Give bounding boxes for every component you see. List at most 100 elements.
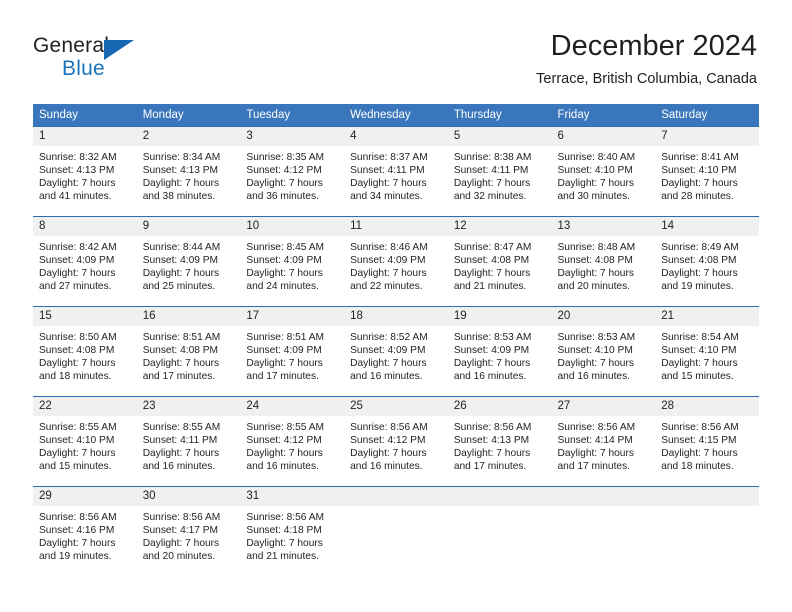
daylight-text-line1: Daylight: 7 hours <box>246 538 323 550</box>
day-detail-lines: Sunrise: 8:49 AM Sunset: 4:08 PM Daylight:… <box>655 236 759 293</box>
calendar-week-row: 29 Sunrise: 8:56 AM Sunset: 4:16 PM Dayligh… <box>33 486 759 576</box>
calendar-day-cell[interactable] <box>447 486 552 576</box>
daylight-text-line2: and 17 minutes. <box>557 461 631 473</box>
sunrise-text: Sunrise: 8:51 AM <box>142 332 221 343</box>
day-number: 3 <box>240 127 345 146</box>
calendar-day-cell[interactable]: 8 Sunrise: 8:42 AM Sunset: 4:09 PM Daylight… <box>33 216 137 307</box>
calendar-day-cell[interactable]: 18 Sunrise: 8:52 AM Sunset: 4:09 PM Dayligh… <box>344 306 448 397</box>
calendar-day-cell[interactable]: 28 Sunrise: 8:56 AM Sunset: 4:15 PM Dayligh… <box>655 396 759 487</box>
calendar-day: 28 Sunrise: 8:56 AM Sunset: 4:15 PM Dayligh… <box>655 397 759 486</box>
calendar-day-cell[interactable]: 26 Sunrise: 8:56 AM Sunset: 4:13 PM Dayligh… <box>447 396 552 487</box>
calendar-day-cell[interactable] <box>344 486 448 576</box>
sunrise-text: Sunrise: 8:55 AM <box>246 422 324 433</box>
daylight-text-line1: Daylight: 7 hours <box>350 178 427 190</box>
calendar-day-cell[interactable]: 4 Sunrise: 8:37 AM Sunset: 4:11 PM Daylight… <box>344 126 448 217</box>
calendar-day-cell[interactable]: 10 Sunrise: 8:45 AM Sunset: 4:09 PM Dayligh… <box>240 216 345 307</box>
day-detail-lines: Sunrise: 8:55 AM Sunset: 4:10 PM Daylight:… <box>33 416 137 473</box>
calendar-day-cell[interactable]: 16 Sunrise: 8:51 AM Sunset: 4:08 PM Dayligh… <box>136 306 241 397</box>
logo-word-blue: Blue <box>62 57 105 80</box>
sunrise-text: Sunrise: 8:53 AM <box>557 332 636 343</box>
calendar-day-cell[interactable]: 3 Sunrise: 8:35 AM Sunset: 4:12 PM Daylight… <box>240 126 345 217</box>
calendar-day-cell[interactable]: 17 Sunrise: 8:51 AM Sunset: 4:09 PM Dayligh… <box>240 306 345 397</box>
day-detail-lines: Sunrise: 8:40 AM Sunset: 4:10 PM Daylight:… <box>552 146 656 203</box>
day-number <box>655 487 759 506</box>
calendar-day-cell[interactable]: 11 Sunrise: 8:46 AM Sunset: 4:09 PM Dayligh… <box>344 216 448 307</box>
daylight-text-line1: Daylight: 7 hours <box>142 358 220 370</box>
calendar-day-cell[interactable] <box>551 486 656 576</box>
calendar-day-cell[interactable]: 23 Sunrise: 8:55 AM Sunset: 4:11 PM Dayligh… <box>136 396 241 487</box>
calendar-header-row: Sunday Monday Tuesday Wednesday Thursday… <box>33 104 759 127</box>
daylight-text-line1: Daylight: 7 hours <box>39 178 116 190</box>
calendar-day: 6 Sunrise: 8:40 AM Sunset: 4:10 PM Daylight… <box>551 127 656 216</box>
day-number: 24 <box>240 397 345 416</box>
day-number: 11 <box>344 217 448 236</box>
general-blue-logo[interactable]: General Blue <box>33 34 253 90</box>
day-number: 7 <box>655 127 759 146</box>
day-detail-lines: Sunrise: 8:55 AM Sunset: 4:12 PM Daylight:… <box>240 416 344 473</box>
day-detail-lines: Sunrise: 8:52 AM Sunset: 4:09 PM Daylight:… <box>344 326 448 383</box>
day-number: 21 <box>655 307 759 326</box>
calendar-day: 29 Sunrise: 8:56 AM Sunset: 4:16 PM Dayligh… <box>33 487 137 576</box>
day-detail-lines: Sunrise: 8:53 AM Sunset: 4:10 PM Daylight:… <box>552 326 656 383</box>
day-number: 8 <box>33 217 137 236</box>
calendar-day-cell[interactable]: 25 Sunrise: 8:56 AM Sunset: 4:12 PM Dayligh… <box>344 396 448 487</box>
calendar-day: 10 Sunrise: 8:45 AM Sunset: 4:09 PM Dayligh… <box>240 217 345 306</box>
sunrise-text: Sunrise: 8:56 AM <box>453 422 532 433</box>
calendar-day-cell[interactable]: 24 Sunrise: 8:55 AM Sunset: 4:12 PM Dayligh… <box>240 396 345 487</box>
calendar-day: 12 Sunrise: 8:47 AM Sunset: 4:08 PM Dayligh… <box>447 217 552 306</box>
sunset-text: Sunset: 4:09 PM <box>142 255 219 267</box>
sunrise-text: Sunrise: 8:52 AM <box>350 332 428 343</box>
calendar-day-cell[interactable]: 2 Sunrise: 8:34 AM Sunset: 4:13 PM Daylight… <box>136 126 241 217</box>
calendar-day-cell[interactable]: 27 Sunrise: 8:56 AM Sunset: 4:14 PM Dayligh… <box>551 396 656 487</box>
calendar-day-cell[interactable]: 6 Sunrise: 8:40 AM Sunset: 4:10 PM Daylight… <box>551 126 656 217</box>
calendar-day: 30 Sunrise: 8:56 AM Sunset: 4:17 PM Dayligh… <box>136 487 241 576</box>
calendar-day-cell[interactable]: 9 Sunrise: 8:44 AM Sunset: 4:09 PM Daylight… <box>136 216 241 307</box>
daylight-text-line2: and 20 minutes. <box>557 281 631 293</box>
sunrise-text: Sunrise: 8:51 AM <box>246 332 324 343</box>
calendar-day-cell[interactable]: 13 Sunrise: 8:48 AM Sunset: 4:08 PM Dayligh… <box>551 216 656 307</box>
day-detail-lines <box>655 506 759 511</box>
daylight-text-line1: Daylight: 7 hours <box>39 358 116 370</box>
sunrise-text: Sunrise: 8:35 AM <box>246 152 324 163</box>
day-number: 22 <box>33 397 137 416</box>
daylight-text-line1: Daylight: 7 hours <box>557 178 634 190</box>
day-number: 28 <box>655 397 759 416</box>
day-detail-lines: Sunrise: 8:56 AM Sunset: 4:12 PM Daylight:… <box>344 416 448 473</box>
sunset-text: Sunset: 4:10 PM <box>557 345 633 357</box>
sunrise-text: Sunrise: 8:56 AM <box>142 512 221 523</box>
calendar-day-cell[interactable]: 29 Sunrise: 8:56 AM Sunset: 4:16 PM Dayligh… <box>33 486 137 576</box>
calendar-day-cell[interactable]: 22 Sunrise: 8:55 AM Sunset: 4:10 PM Dayligh… <box>33 396 137 487</box>
calendar-day-cell[interactable]: 7 Sunrise: 8:41 AM Sunset: 4:10 PM Daylight… <box>655 126 759 217</box>
calendar-day-cell[interactable]: 20 Sunrise: 8:53 AM Sunset: 4:10 PM Dayligh… <box>551 306 656 397</box>
sunset-text: Sunset: 4:12 PM <box>246 165 322 177</box>
daylight-text-line1: Daylight: 7 hours <box>246 268 323 280</box>
day-number: 31 <box>240 487 345 506</box>
sunrise-text: Sunrise: 8:56 AM <box>39 512 117 523</box>
calendar-day-cell[interactable]: 14 Sunrise: 8:49 AM Sunset: 4:08 PM Dayligh… <box>655 216 759 307</box>
day-number: 30 <box>136 487 241 506</box>
calendar-day-cell[interactable]: 1 Sunrise: 8:32 AM Sunset: 4:13 PM Daylight… <box>33 126 137 217</box>
calendar-week-row: 8 Sunrise: 8:42 AM Sunset: 4:09 PM Daylight… <box>33 216 759 307</box>
sunset-text: Sunset: 4:08 PM <box>661 255 737 267</box>
day-detail-lines: Sunrise: 8:51 AM Sunset: 4:09 PM Daylight:… <box>240 326 344 383</box>
calendar-day-cell[interactable]: 21 Sunrise: 8:54 AM Sunset: 4:10 PM Dayligh… <box>655 306 759 397</box>
calendar-body: 1 Sunrise: 8:32 AM Sunset: 4:13 PM Daylight… <box>33 126 759 576</box>
calendar-day-cell[interactable]: 30 Sunrise: 8:56 AM Sunset: 4:17 PM Dayligh… <box>136 486 241 576</box>
day-number: 9 <box>136 217 241 236</box>
sunset-text: Sunset: 4:11 PM <box>453 165 529 177</box>
calendar-day-cell[interactable]: 5 Sunrise: 8:38 AM Sunset: 4:11 PM Daylight… <box>447 126 552 217</box>
calendar-day-cell[interactable]: 15 Sunrise: 8:50 AM Sunset: 4:08 PM Dayligh… <box>33 306 137 397</box>
calendar-day-cell[interactable]: 31 Sunrise: 8:56 AM Sunset: 4:18 PM Dayligh… <box>240 486 345 576</box>
calendar-day-cell[interactable]: 19 Sunrise: 8:53 AM Sunset: 4:09 PM Dayligh… <box>447 306 552 397</box>
calendar-day: 15 Sunrise: 8:50 AM Sunset: 4:08 PM Dayligh… <box>33 307 137 396</box>
daylight-text-line2: and 17 minutes. <box>453 461 527 473</box>
calendar-day-cell[interactable] <box>655 486 759 576</box>
daylight-text-line2: and 16 minutes. <box>557 371 631 383</box>
daylight-text-line1: Daylight: 7 hours <box>557 268 634 280</box>
daylight-text-line2: and 36 minutes. <box>246 191 319 203</box>
calendar-day-cell[interactable]: 12 Sunrise: 8:47 AM Sunset: 4:08 PM Dayligh… <box>447 216 552 307</box>
day-detail-lines: Sunrise: 8:35 AM Sunset: 4:12 PM Daylight:… <box>240 146 344 203</box>
daylight-text-line2: and 16 minutes. <box>350 461 423 473</box>
day-detail-lines: Sunrise: 8:56 AM Sunset: 4:18 PM Daylight:… <box>240 506 344 563</box>
calendar-day: 2 Sunrise: 8:34 AM Sunset: 4:13 PM Daylight… <box>136 127 241 216</box>
